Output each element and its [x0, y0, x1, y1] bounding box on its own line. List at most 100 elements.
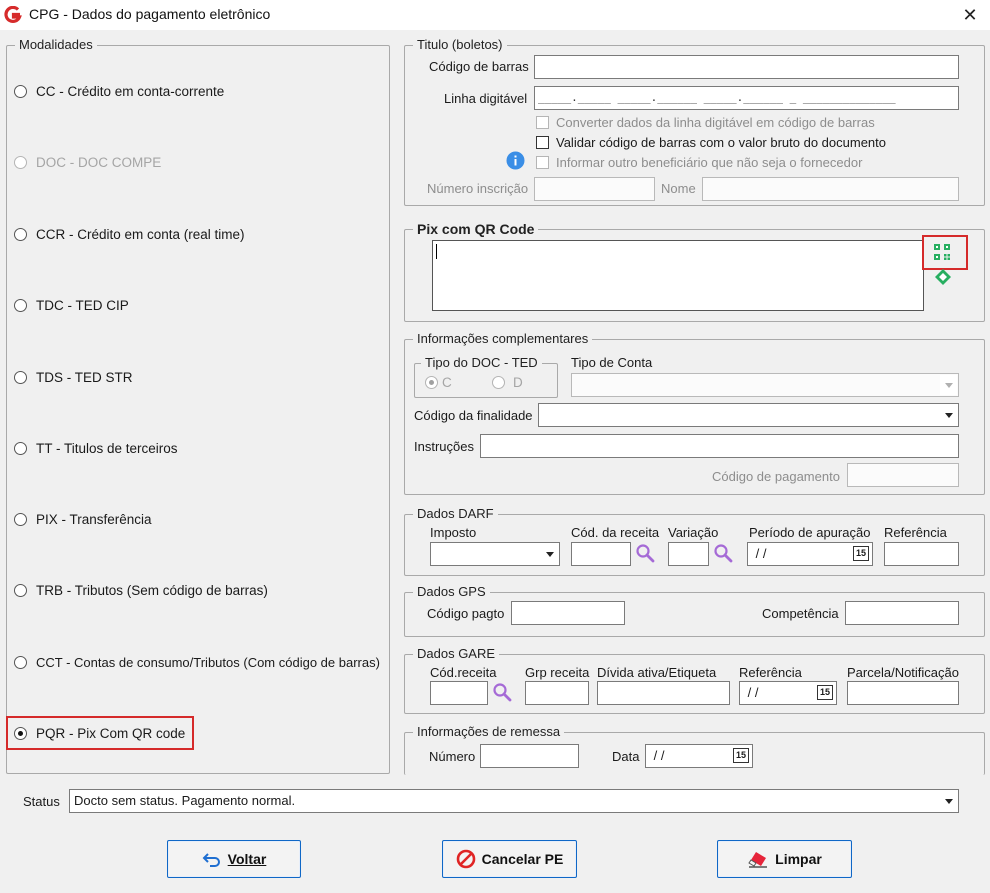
- gare-referencia-input[interactable]: / / 15: [739, 681, 837, 705]
- periodo-label: Período de apuração: [749, 525, 871, 540]
- linha-digitavel-label: Linha digitável: [444, 91, 528, 106]
- parcela-label: Parcela/Notificação: [847, 665, 959, 680]
- instrucoes-input[interactable]: [480, 434, 959, 458]
- close-icon[interactable]: ✕: [958, 3, 982, 27]
- radio-ccr[interactable]: CCR - Crédito em conta (real time): [14, 224, 245, 244]
- competencia-input[interactable]: [845, 601, 959, 625]
- cancelar-pe-button[interactable]: Cancelar PE: [442, 840, 577, 878]
- radio-cc[interactable]: CC - Crédito em conta-corrente: [14, 81, 224, 101]
- informar-label: Informar outro beneficiário que não seja…: [556, 155, 863, 170]
- codigo-barras-input[interactable]: [534, 55, 959, 79]
- numero-inscricao-input: [534, 177, 655, 201]
- chevron-down-icon: [940, 375, 957, 395]
- text-cursor: [436, 244, 437, 259]
- radio-label: DOC - DOC COMPE: [36, 154, 162, 170]
- informar-checkbox: [536, 156, 549, 169]
- radio-label: TDC - TED CIP: [36, 297, 129, 313]
- chevron-down-icon[interactable]: [541, 544, 558, 564]
- radio-label: D: [513, 374, 523, 390]
- darf-cod-receita-input[interactable]: [571, 542, 631, 566]
- radio-button[interactable]: [14, 512, 27, 526]
- radio-button[interactable]: [14, 298, 27, 312]
- codigo-finalidade-select[interactable]: [538, 403, 959, 427]
- radio-button[interactable]: [14, 227, 27, 241]
- radio-button: [492, 375, 505, 389]
- codigo-pagamento-label: Código de pagamento: [712, 469, 840, 484]
- data-label: Data: [612, 749, 640, 764]
- remessa-legend: Informações de remessa: [413, 724, 565, 740]
- info-icon[interactable]: [506, 151, 525, 170]
- titulo-legend: Titulo (boletos): [413, 37, 507, 53]
- pix-logo-icon: [935, 269, 951, 285]
- chevron-down-icon[interactable]: [940, 405, 957, 425]
- qr-highlight: [922, 235, 968, 270]
- radio-label: CCR - Crédito em conta (real time): [36, 226, 245, 242]
- periodo-value: / /: [752, 546, 767, 561]
- variacao-input[interactable]: [668, 542, 709, 566]
- grp-receita-input[interactable]: [525, 681, 589, 705]
- undo-arrow-icon: [202, 851, 222, 867]
- voltar-button[interactable]: Voltar: [167, 840, 301, 878]
- imposto-label: Imposto: [430, 525, 477, 540]
- tipo-conta-select: [571, 373, 959, 397]
- radio-pix[interactable]: PIX - Transferência: [14, 509, 152, 529]
- variacao-label: Variação: [668, 525, 719, 540]
- radio-label: TDS - TED STR: [36, 369, 133, 385]
- pqr-highlight: [6, 716, 194, 750]
- pix-qr-textarea[interactable]: [432, 240, 924, 311]
- limpar-label: Limpar: [775, 851, 822, 867]
- data-input[interactable]: / / 15: [645, 744, 753, 768]
- search-icon[interactable]: [713, 543, 733, 563]
- darf-referencia-label: Referência: [884, 525, 947, 540]
- divida-label: Dívida ativa/Etiqueta: [597, 665, 717, 680]
- pix-legend: Pix com QR Code: [413, 221, 539, 237]
- numero-input[interactable]: [480, 744, 579, 768]
- modalidades-legend: Modalidades: [15, 37, 97, 53]
- radio-label: TT - Titulos de terceiros: [36, 440, 178, 456]
- radio-tds[interactable]: TDS - TED STR: [14, 367, 133, 387]
- codigo-pagto-label: Código pagto: [427, 606, 505, 621]
- divida-input[interactable]: [597, 681, 730, 705]
- status-select[interactable]: Docto sem status. Pagamento normal.: [69, 789, 959, 813]
- radio-button[interactable]: [14, 583, 27, 597]
- tipo-conta-label: Tipo de Conta: [571, 355, 653, 370]
- codigo-finalidade-label: Código da finalidade: [414, 408, 533, 423]
- radio-button[interactable]: [14, 370, 27, 384]
- radio-tdc[interactable]: TDC - TED CIP: [14, 295, 129, 315]
- darf-cod-receita-label: Cód. da receita: [571, 525, 660, 540]
- instrucoes-label: Instruções: [414, 439, 474, 454]
- radio-button[interactable]: [14, 84, 27, 98]
- limpar-button[interactable]: Limpar: [717, 840, 852, 878]
- search-icon[interactable]: [492, 682, 512, 702]
- numero-inscricao-label: Número inscrição: [427, 181, 529, 196]
- app-logo-icon: [4, 6, 22, 23]
- radio-label: PIX - Transferência: [36, 511, 152, 527]
- chevron-down-icon[interactable]: [940, 791, 957, 811]
- nome-label: Nome: [661, 181, 696, 196]
- data-value: / /: [650, 748, 665, 763]
- gare-cod-receita-label: Cód.receita: [430, 665, 497, 680]
- linha-digitavel-input[interactable]: _____._____ _____.______ _____.______ _ …: [534, 86, 959, 110]
- radio-cct[interactable]: CCT - Contas de consumo/Tributos (Com có…: [14, 652, 380, 672]
- imposto-select[interactable]: [430, 542, 560, 566]
- calendar-icon[interactable]: 15: [733, 748, 749, 763]
- gare-cod-receita-input[interactable]: [430, 681, 488, 705]
- gps-legend: Dados GPS: [413, 584, 490, 600]
- eraser-icon: [747, 850, 769, 868]
- radio-button[interactable]: [14, 655, 27, 669]
- radio-trb[interactable]: TRB - Tributos (Sem código de barras): [14, 580, 268, 600]
- validar-checkbox[interactable]: [536, 136, 549, 149]
- radio-button[interactable]: [14, 441, 27, 455]
- radio-tipo-d: D: [492, 372, 523, 392]
- codigo-pagamento-input: [847, 463, 959, 487]
- darf-referencia-input[interactable]: [884, 542, 959, 566]
- periodo-input[interactable]: / / 15: [747, 542, 873, 566]
- gare-referencia-label: Referência: [739, 665, 802, 680]
- calendar-icon[interactable]: 15: [817, 685, 833, 700]
- codigo-pagto-input[interactable]: [511, 601, 625, 625]
- parcela-input[interactable]: [847, 681, 959, 705]
- calendar-icon[interactable]: 15: [853, 546, 869, 561]
- gare-referencia-value: / /: [744, 685, 759, 700]
- search-icon[interactable]: [635, 543, 655, 563]
- radio-tt[interactable]: TT - Titulos de terceiros: [14, 438, 178, 458]
